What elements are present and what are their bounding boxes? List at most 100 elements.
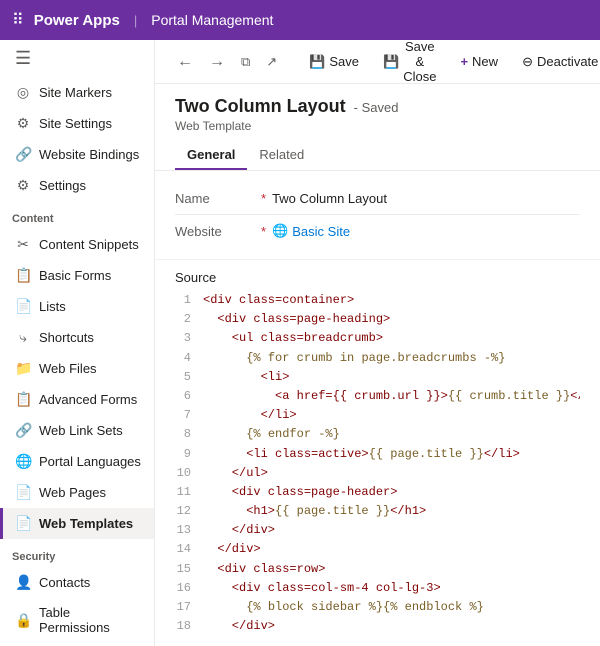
code-line: 17 {% block sidebar %}{% endblock %} (175, 598, 580, 617)
save-close-icon: 💾 (383, 54, 399, 70)
sidebar-label-contacts: Contacts (39, 575, 90, 590)
settings-icon: ⚙ (15, 177, 31, 194)
sidebar-label-web-files: Web Files (39, 361, 97, 376)
new-icon: + (460, 54, 468, 69)
sidebar-item-column-permissions[interactable]: 🔒 Column Permissio... (0, 642, 154, 646)
contacts-icon: 👤 (15, 574, 31, 591)
line-content: </li> (203, 406, 580, 425)
code-line: 1<div class=container> (175, 291, 580, 310)
web-templates-icon: 📄 (15, 515, 31, 532)
sidebar-label-lists: Lists (39, 299, 66, 314)
sidebar-item-web-link-sets[interactable]: 🔗 Web Link Sets (0, 415, 154, 446)
site-markers-icon: ◎ (15, 84, 31, 101)
name-value: Two Column Layout (272, 191, 580, 206)
sidebar-label-web-templates: Web Templates (39, 516, 133, 531)
website-link[interactable]: 🌐 Basic Site (272, 223, 580, 239)
sidebar-item-content-snippets[interactable]: ✂ Content Snippets (0, 229, 154, 260)
sidebar-item-shortcuts[interactable]: ⤷ Shortcuts (0, 322, 154, 353)
line-content: <li> (203, 368, 580, 387)
line-content: {% for crumb in page.breadcrumbs -%} (203, 349, 580, 368)
forward-button[interactable]: → (203, 49, 231, 75)
line-number: 12 (175, 502, 203, 521)
sidebar-label-website-bindings: Website Bindings (39, 147, 139, 162)
tab-related[interactable]: Related (247, 141, 316, 170)
save-close-button[interactable]: 💾 Save & Close (373, 40, 446, 88)
line-content: {% block sidebar %}{% endblock %} (203, 598, 580, 617)
sidebar-item-basic-forms[interactable]: 📋 Basic Forms (0, 260, 154, 291)
save-button[interactable]: 💾 Save (299, 50, 369, 74)
open-button[interactable]: ↗ (260, 50, 283, 74)
website-label: Website (175, 224, 255, 239)
sidebar-item-site-markers[interactable]: ◎ Site Markers (0, 77, 154, 108)
content-section-label: Content (0, 201, 154, 229)
line-number: 4 (175, 349, 203, 368)
code-line: 11 <div class=page-header> (175, 483, 580, 502)
form-section: Name * Two Column Layout Website * 🌐 Bas… (155, 171, 600, 260)
line-content: <ul class=breadcrumb> (203, 329, 580, 348)
sidebar-label-content-snippets: Content Snippets (39, 237, 139, 252)
deactivate-button[interactable]: ⊖ Deactivate (512, 50, 600, 74)
grid-icon[interactable]: ⠿ (12, 10, 24, 30)
line-number: 13 (175, 521, 203, 540)
line-content: </ul> (203, 464, 580, 483)
security-section-label: Security (0, 539, 154, 567)
sidebar-item-advanced-forms[interactable]: 📋 Advanced Forms (0, 384, 154, 415)
new-button[interactable]: + New (450, 50, 508, 73)
line-number: 8 (175, 425, 203, 444)
code-line: 9 <li class=active>{{ page.title }}</li> (175, 445, 580, 464)
website-bindings-icon: 🔗 (15, 146, 31, 163)
code-line: 16 <div class=col-sm-4 col-lg-3> (175, 579, 580, 598)
line-content: <div class=page-header> (203, 483, 580, 502)
tab-general[interactable]: General (175, 141, 247, 170)
line-content: <div class=col-sm-4 col-lg-3> (203, 579, 580, 598)
line-content: </div> (203, 521, 580, 540)
sidebar-label-basic-forms: Basic Forms (39, 268, 111, 283)
code-area[interactable]: 1<div class=container>2 <div class=page-… (175, 291, 580, 634)
sidebar-item-contacts[interactable]: 👤 Contacts (0, 567, 154, 598)
name-required: * (261, 191, 266, 206)
code-line: 5 <li> (175, 368, 580, 387)
lists-icon: 📄 (15, 298, 31, 315)
topbar: ⠿ Power Apps | Portal Management (0, 0, 600, 40)
line-number: 14 (175, 540, 203, 559)
line-content: <div class=page-heading> (203, 310, 580, 329)
source-label: Source (175, 260, 580, 291)
portal-languages-icon: 🌐 (15, 453, 31, 470)
advanced-forms-icon: 📋 (15, 391, 31, 408)
copy-button[interactable]: ⧉ (235, 50, 256, 74)
sidebar-item-web-pages[interactable]: 📄 Web Pages (0, 477, 154, 508)
sidebar-item-settings[interactable]: ⚙ Settings (0, 170, 154, 201)
sidebar-item-portal-languages[interactable]: 🌐 Portal Languages (0, 446, 154, 477)
sidebar-item-web-templates[interactable]: 📄 Web Templates (0, 508, 154, 539)
code-line: 6 <a href={{ crumb.url }}>{{ crumb.title… (175, 387, 580, 406)
shortcuts-icon: ⤷ (15, 329, 31, 346)
basic-forms-icon: 📋 (15, 267, 31, 284)
sidebar-item-table-permissions[interactable]: 🔒 Table Permissions (0, 598, 154, 642)
site-settings-icon: ⚙ (15, 115, 31, 132)
app-name: Power Apps (34, 12, 120, 29)
topbar-separator: | (134, 13, 137, 28)
sidebar-label-site-markers: Site Markers (39, 85, 112, 100)
website-value: 🌐 Basic Site (272, 223, 580, 239)
sidebar-item-web-files[interactable]: 📁 Web Files (0, 353, 154, 384)
sidebar-label-advanced-forms: Advanced Forms (39, 392, 137, 407)
save-icon: 💾 (309, 54, 325, 70)
line-number: 18 (175, 617, 203, 634)
page-subtitle: Web Template (175, 119, 580, 133)
line-number: 7 (175, 406, 203, 425)
sidebar-label-settings: Settings (39, 178, 86, 193)
sidebar-item-site-settings[interactable]: ⚙ Site Settings (0, 108, 154, 139)
globe-icon: 🌐 (272, 223, 288, 239)
line-content: <h1>{{ page.title }}</h1> (203, 502, 580, 521)
content-area: ← → ⧉ ↗ 💾 Save 💾 Save & Close + New ⊖ De… (155, 40, 600, 646)
back-button[interactable]: ← (171, 49, 199, 75)
code-line: 15 <div class=row> (175, 560, 580, 579)
table-permissions-icon: 🔒 (15, 612, 31, 629)
line-number: 3 (175, 329, 203, 348)
sidebar-item-website-bindings[interactable]: 🔗 Website Bindings (0, 139, 154, 170)
sidebar-item-lists[interactable]: 📄 Lists (0, 291, 154, 322)
code-line: 12 <h1>{{ page.title }}</h1> (175, 502, 580, 521)
hamburger-icon: ☰ (15, 48, 31, 69)
code-line: 3 <ul class=breadcrumb> (175, 329, 580, 348)
sidebar-collapse[interactable]: ☰ (0, 40, 154, 77)
